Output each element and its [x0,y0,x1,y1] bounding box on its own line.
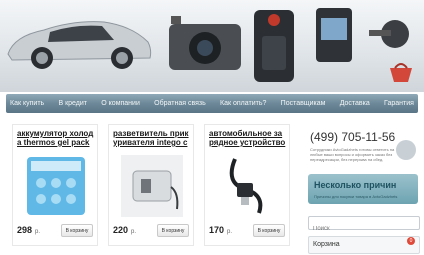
nav-item-credit[interactable]: В кредит [58,100,87,107]
car-image [7,21,152,69]
cart-label: Корзина [313,241,340,248]
add-to-cart-button[interactable]: В корзину [61,224,93,237]
product-price: 170 р. [209,225,233,235]
search-input[interactable] [309,223,413,235]
product-title[interactable]: разветвитель прик уривателя intego c [113,129,193,147]
cart-widget[interactable]: Корзина 0 [308,236,420,254]
cart-count-badge: 0 [407,237,415,245]
product-image-splitter[interactable] [119,153,185,219]
support-avatar [396,140,416,160]
product-price: 220 р. [113,225,137,235]
dashcam-image [169,16,241,70]
add-to-cart-button[interactable]: В корзину [157,224,189,237]
search-box [308,216,420,235]
basket-icon[interactable] [388,60,414,84]
product-title[interactable]: аккумулятор холод а thermos gel pack [17,129,97,147]
product-image-gel-pack[interactable] [23,153,89,219]
product-card: аккумулятор холод а thermos gel pack 298… [12,124,98,246]
nav-item-feedback[interactable]: Обратная связь [154,100,206,107]
phone-note: Сотрудники AvtoGadzhets готовы ответить … [310,147,395,162]
nav-item-warranty[interactable]: Гарантия [384,100,414,107]
nav-item-how-to-buy[interactable]: Как купить [10,100,44,107]
product-card: разветвитель прик уривателя intego c 220… [108,124,194,246]
mount-image [369,20,409,48]
phone-number: (499) 705-11-56 [310,130,396,144]
product-price: 298 р. [17,225,41,235]
dvr-image [254,10,294,82]
header-banner [0,0,424,92]
product-card: автомобильное за рядное устройство 170 р.… [204,124,290,246]
reasons-title: Несколько причин [314,180,397,190]
nav-item-suppliers[interactable]: Поставщикам [281,100,326,107]
product-image-charger[interactable] [215,153,281,219]
reasons-subtitle: Причины для покупки товара в AvtoGadzhet… [314,194,398,199]
nav-item-how-to-pay[interactable]: Как оплатить? [220,100,266,107]
reasons-banner[interactable]: Несколько причин Причины для покупки тов… [308,174,418,204]
add-to-cart-button[interactable]: В корзину [253,224,285,237]
main-nav: Как купить В кредит О компании Обратная … [6,94,418,113]
product-title[interactable]: автомобильное за рядное устройство [209,129,289,147]
recorder-screen-image [316,8,352,62]
nav-item-about[interactable]: О компании [101,100,140,107]
nav-item-delivery[interactable]: Доставка [340,100,370,107]
